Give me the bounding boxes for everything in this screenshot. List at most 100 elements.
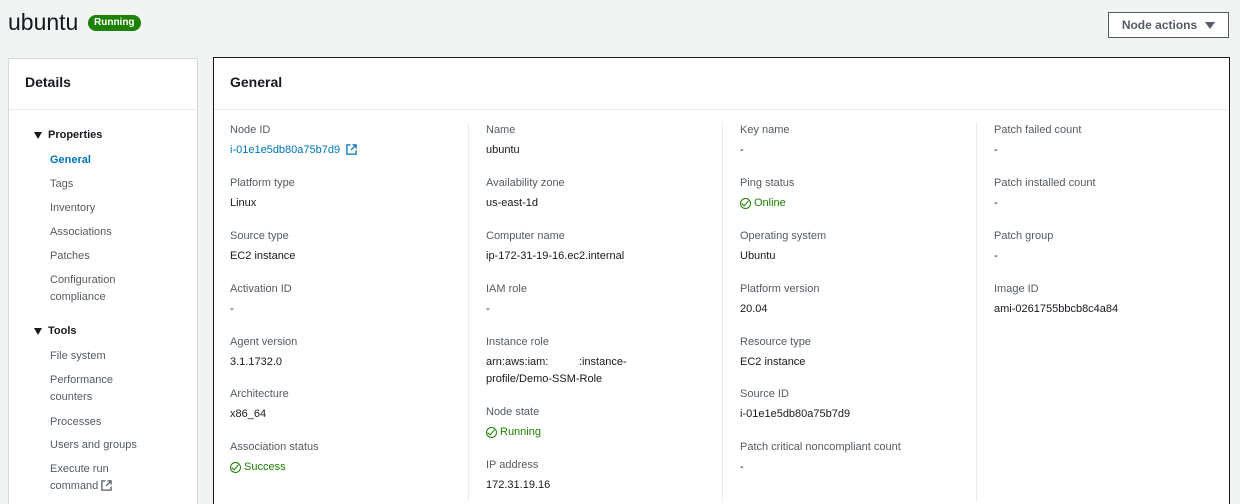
nav-section-label: Properties xyxy=(48,129,103,141)
field-platform-version: Platform version 20.04 xyxy=(740,281,819,318)
field-instance-role: Instance role arn:aws:iam: :instance- pr… xyxy=(486,334,627,388)
status-badge: Running xyxy=(88,15,141,31)
field-label: Node ID xyxy=(230,124,271,136)
node-id-link[interactable]: i-01e1e5db80a75b7d9 xyxy=(230,144,340,156)
field-source-type: Source type EC2 instance xyxy=(230,228,295,265)
field-label: Agent version xyxy=(230,336,298,348)
field-node-id: Node ID i-01e1e5db80a75b7d9 xyxy=(230,122,357,161)
field-label: Source ID xyxy=(740,388,789,400)
sidebar-item-users-and-groups[interactable]: Users and groups xyxy=(50,437,137,454)
field-activation-id: Activation ID - xyxy=(230,281,292,318)
field-ip-address: IP address 172.31.19.16 xyxy=(486,457,550,494)
external-link-icon xyxy=(101,480,113,497)
field-computer-name: Computer name ip-172-31-19-16.ec2.intern… xyxy=(486,228,624,265)
field-value: - xyxy=(230,303,234,315)
field-value: Ubuntu xyxy=(740,250,776,262)
field-value: - xyxy=(740,144,744,156)
field-value: - xyxy=(740,461,744,473)
field-label: Availability zone xyxy=(486,177,565,189)
caret-down-icon xyxy=(1205,21,1216,29)
field-value: i-01e1e5db80a75b7d9 xyxy=(740,408,851,420)
field-value: us-east-1d xyxy=(486,197,538,209)
details-column-2: Name ubuntu Availability zone us-east-1d… xyxy=(468,122,722,502)
check-circle-icon xyxy=(486,427,497,438)
field-label: Patch critical noncompliant count xyxy=(740,441,901,453)
field-resource-type: Resource type EC2 instance xyxy=(740,334,811,371)
field-operating-system: Operating system Ubuntu xyxy=(740,228,826,265)
field-value: arn:aws:iam: :instance- xyxy=(486,356,627,368)
sidebar-item-label: Execute run command xyxy=(50,463,109,492)
sidebar-item-tags[interactable]: Tags xyxy=(50,176,73,193)
check-circle-icon xyxy=(740,198,751,209)
details-sidebar: Details Properties General Tags Inventor… xyxy=(8,58,198,504)
sidebar-item-patches[interactable]: Patches xyxy=(50,248,90,265)
details-column-4: Patch failed count - Patch installed cou… xyxy=(976,122,1226,502)
field-patch-failed-count: Patch failed count - xyxy=(994,122,1081,159)
field-label: IP address xyxy=(486,459,539,471)
page-title: ubuntu xyxy=(8,9,79,35)
sidebar-item-associations[interactable]: Associations xyxy=(50,224,112,241)
field-value: - xyxy=(994,250,998,262)
field-value: ami-0261755bbcb8c4a84 xyxy=(994,303,1119,315)
field-label: Source type xyxy=(230,230,289,242)
field-source-id: Source ID i-01e1e5db80a75b7d9 xyxy=(740,386,850,423)
field-label: Ping status xyxy=(740,177,795,189)
node-actions-button[interactable]: Node actions xyxy=(1108,12,1229,38)
sidebar-item-execute-run-command[interactable]: Execute run command xyxy=(50,461,130,497)
check-circle-icon xyxy=(230,462,241,473)
field-label: Key name xyxy=(740,124,790,136)
field-label: Association status xyxy=(230,441,319,453)
sidebar-title: Details xyxy=(9,59,197,110)
field-node-state: Node state Running xyxy=(486,404,541,444)
field-value: EC2 instance xyxy=(230,250,296,262)
nav-section-tools[interactable]: Tools xyxy=(34,325,77,337)
field-value: x86_64 xyxy=(230,408,267,420)
field-association-status: Association status Success xyxy=(230,439,319,479)
field-patch-installed-count: Patch installed count - xyxy=(994,175,1096,212)
field-value: ip-172-31-19-16.ec2.internal xyxy=(486,250,625,262)
field-label: Instance role xyxy=(486,336,549,348)
sidebar-item-processes[interactable]: Processes xyxy=(50,414,101,431)
field-patch-critical-noncompliant-count: Patch critical noncompliant count - xyxy=(740,439,901,476)
field-value: 3.1.1732.0 xyxy=(230,356,282,368)
field-value: - xyxy=(486,303,490,315)
sidebar-item-general[interactable]: General xyxy=(50,152,91,169)
field-value: Online xyxy=(754,197,786,209)
field-label: Platform type xyxy=(230,177,295,189)
field-label: Computer name xyxy=(486,230,565,242)
field-label: Image ID xyxy=(994,283,1039,295)
field-value: Running xyxy=(500,426,541,438)
field-value: 172.31.19.16 xyxy=(486,479,551,491)
field-label: Activation ID xyxy=(230,283,292,295)
sidebar-item-file-system[interactable]: File system xyxy=(50,348,106,365)
caret-down-icon xyxy=(34,327,42,335)
field-image-id: Image ID ami-0261755bbcb8c4a84 xyxy=(994,281,1118,318)
details-column-3: Key name - Ping status Online Operating … xyxy=(722,122,976,502)
field-label: IAM role xyxy=(486,283,527,295)
nav-section-properties[interactable]: Properties xyxy=(34,129,102,141)
field-label: Patch group xyxy=(994,230,1054,242)
field-label: Operating system xyxy=(740,230,827,242)
field-label: Node state xyxy=(486,406,540,418)
sidebar-item-performance-counters[interactable]: Performance counters xyxy=(50,372,130,406)
field-label: Patch failed count xyxy=(994,124,1082,136)
field-label: Platform version xyxy=(740,283,820,295)
general-panel: General Node ID i-01e1e5db80a75b7d9 Plat… xyxy=(213,57,1230,504)
field-availability-zone: Availability zone us-east-1d xyxy=(486,175,565,212)
sidebar-item-configuration-compliance[interactable]: Configuration compliance xyxy=(50,272,140,306)
field-value: Success xyxy=(244,461,286,473)
field-value: Linux xyxy=(230,197,257,209)
sidebar-item-inventory[interactable]: Inventory xyxy=(50,200,95,217)
field-agent-version: Agent version 3.1.1732.0 xyxy=(230,334,297,371)
field-platform-type: Platform type Linux xyxy=(230,175,295,212)
external-link-icon[interactable] xyxy=(346,144,357,161)
caret-down-icon xyxy=(34,131,42,139)
field-value: profile/Demo-SSM-Role xyxy=(486,373,603,385)
field-value: - xyxy=(994,144,998,156)
details-column-1: Node ID i-01e1e5db80a75b7d9 Platform typ… xyxy=(230,122,470,502)
panel-title: General xyxy=(214,58,1229,110)
field-label: Patch installed count xyxy=(994,177,1096,189)
field-patch-group: Patch group - xyxy=(994,228,1053,265)
node-actions-label: Node actions xyxy=(1121,18,1198,32)
field-key-name: Key name - xyxy=(740,122,790,159)
